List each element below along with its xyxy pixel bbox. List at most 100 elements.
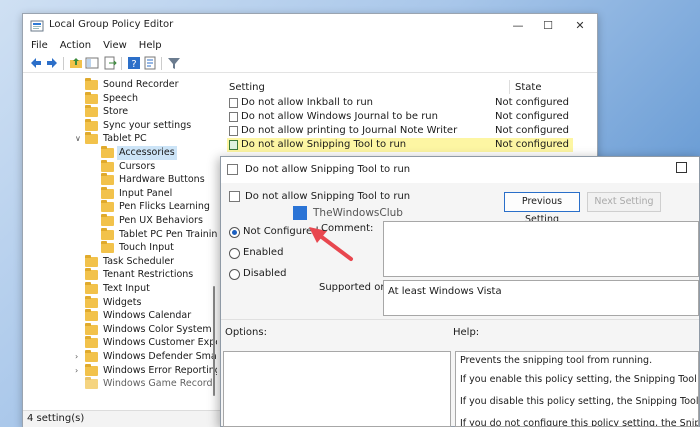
help-icon[interactable]: ? bbox=[127, 56, 141, 70]
maximize-button[interactable]: ☐ bbox=[533, 16, 563, 36]
back-arrow-icon[interactable] bbox=[29, 56, 43, 70]
properties-icon[interactable] bbox=[143, 56, 157, 70]
tree-item[interactable]: Speech bbox=[23, 91, 211, 106]
toolbar-divider bbox=[161, 57, 162, 70]
folder-icon bbox=[101, 159, 114, 172]
tree-item[interactable]: Task Scheduler bbox=[23, 254, 211, 269]
table-row[interactable]: Do not allow printing to Journal Note Wr… bbox=[227, 124, 587, 137]
folder-icon bbox=[85, 336, 98, 349]
tree-item[interactable]: Windows Calendar bbox=[23, 309, 211, 323]
tree-item[interactable]: Tenant Restrictions bbox=[23, 268, 211, 282]
export-list-icon[interactable] bbox=[103, 56, 117, 70]
enabled-label[interactable]: Enabled bbox=[243, 247, 283, 258]
tree-item[interactable]: Windows Color System bbox=[23, 322, 212, 337]
table-row[interactable]: Do not allow Windows Journal to be run N… bbox=[227, 110, 587, 123]
folder-icon bbox=[85, 350, 98, 362]
options-pane bbox=[223, 351, 451, 427]
tree-item[interactable]: Pen Flicks Learning bbox=[23, 200, 211, 214]
menu-file[interactable]: File bbox=[23, 38, 54, 54]
folder-icon bbox=[101, 173, 114, 186]
tree-item[interactable]: Touch Input bbox=[23, 241, 211, 255]
tree-item[interactable]: Store bbox=[23, 105, 211, 119]
maximize-button[interactable] bbox=[676, 162, 687, 173]
chevron-right-icon[interactable]: › bbox=[75, 350, 78, 364]
policy-setting-dialog: Do not allow Snipping Tool to run Do not… bbox=[220, 156, 700, 427]
tree-scrollbar[interactable] bbox=[211, 76, 217, 406]
tree-item[interactable]: › Windows Error Reporting bbox=[23, 363, 217, 378]
watermark-logo-icon bbox=[293, 206, 307, 220]
tree-item[interactable]: Sound Recorder bbox=[23, 78, 211, 92]
help-line: If you enable this policy setting, the S… bbox=[460, 374, 698, 385]
folder-icon bbox=[85, 322, 98, 335]
comment-label: Comment: bbox=[321, 223, 374, 234]
menu-view[interactable]: View bbox=[97, 38, 133, 54]
tree-item[interactable]: Text Input bbox=[23, 282, 211, 296]
tree-item[interactable]: Sync your settings bbox=[23, 118, 211, 133]
table-row-selected[interactable]: Do not allow Snipping Tool to run Not co… bbox=[227, 138, 573, 152]
column-header-state[interactable]: State bbox=[515, 82, 541, 93]
table-row[interactable]: Do not allow Inkball to run Not configur… bbox=[227, 96, 587, 109]
enabled-radio[interactable] bbox=[229, 248, 240, 259]
tree-item-tablet-pc[interactable]: ∨ Tablet PC bbox=[23, 132, 211, 146]
dialog-title: Do not allow Snipping Tool to run bbox=[245, 164, 411, 175]
policy-setting-icon bbox=[229, 98, 238, 108]
tree-item[interactable]: Windows Game Recordi bbox=[23, 377, 215, 391]
dialog-heading: Do not allow Snipping Tool to run bbox=[245, 191, 411, 202]
filter-icon[interactable] bbox=[167, 56, 181, 70]
folder-icon bbox=[85, 91, 98, 104]
tree-item[interactable]: Hardware Buttons bbox=[23, 173, 211, 187]
folder-icon bbox=[101, 227, 114, 240]
svg-text:?: ? bbox=[131, 59, 136, 70]
policy-setting-icon bbox=[229, 126, 238, 136]
gpedit-app-icon bbox=[30, 20, 44, 32]
toolbar: ? bbox=[23, 55, 597, 73]
tree-item[interactable]: Widgets bbox=[23, 295, 211, 310]
column-divider bbox=[509, 80, 510, 94]
folder-icon bbox=[85, 377, 98, 390]
tree-item-accessories[interactable]: Accessories bbox=[23, 146, 211, 160]
folder-icon bbox=[101, 186, 114, 199]
column-header-setting[interactable]: Setting bbox=[229, 82, 265, 93]
folder-icon bbox=[85, 105, 98, 118]
folder-icon bbox=[101, 146, 114, 158]
policy-setting-icon bbox=[229, 191, 240, 202]
watermark-text: TheWindowsClub bbox=[313, 207, 403, 219]
title-bar[interactable]: Local Group Policy Editor — ☐ ✕ bbox=[23, 14, 597, 38]
folder-icon bbox=[85, 78, 98, 90]
tree-item[interactable]: Tablet PC Pen Training bbox=[23, 227, 217, 242]
navigation-tree: Sound Recorder Speech Store Sync your se… bbox=[23, 76, 217, 406]
folder-icon bbox=[101, 200, 114, 213]
dialog-app-icon bbox=[227, 164, 238, 175]
tree-item[interactable]: Pen UX Behaviors bbox=[23, 214, 211, 228]
help-line: If you do not configure this policy sett… bbox=[460, 418, 699, 427]
forward-arrow-icon[interactable] bbox=[45, 56, 59, 70]
minimize-button[interactable]: — bbox=[503, 16, 533, 36]
supported-on-box: At least Windows Vista bbox=[383, 280, 699, 316]
window-title: Local Group Policy Editor bbox=[49, 19, 174, 30]
tree-item[interactable]: Input Panel bbox=[23, 186, 211, 201]
supported-on-value: At least Windows Vista bbox=[388, 286, 502, 297]
folder-up-icon[interactable] bbox=[69, 56, 83, 70]
folder-icon bbox=[85, 254, 98, 267]
menu-action[interactable]: Action bbox=[54, 38, 97, 54]
menu-help[interactable]: Help bbox=[133, 38, 168, 54]
policy-setting-icon bbox=[229, 140, 238, 150]
folder-icon bbox=[101, 241, 114, 254]
close-button[interactable]: ✕ bbox=[565, 16, 595, 36]
scrollbar-thumb[interactable] bbox=[213, 286, 215, 396]
policy-setting-icon bbox=[229, 112, 238, 122]
disabled-label[interactable]: Disabled bbox=[243, 268, 286, 279]
disabled-radio[interactable] bbox=[229, 269, 240, 280]
chevron-right-icon[interactable]: › bbox=[75, 364, 78, 378]
next-setting-button[interactable]: Next Setting bbox=[587, 192, 661, 212]
dialog-title-bar[interactable]: Do not allow Snipping Tool to run bbox=[221, 157, 699, 183]
tree-item[interactable]: ›Windows Defender SmartS bbox=[23, 350, 217, 364]
show-hide-tree-icon[interactable] bbox=[85, 56, 99, 70]
previous-setting-button[interactable]: Previous Setting bbox=[504, 192, 580, 225]
comment-textarea[interactable] bbox=[383, 221, 699, 277]
chevron-down-icon[interactable]: ∨ bbox=[75, 132, 81, 146]
help-label: Help: bbox=[453, 327, 480, 338]
tree-item[interactable]: Cursors bbox=[23, 159, 211, 174]
not-configured-radio[interactable] bbox=[229, 227, 240, 238]
tree-item[interactable]: Windows Customer Experi bbox=[23, 336, 217, 350]
